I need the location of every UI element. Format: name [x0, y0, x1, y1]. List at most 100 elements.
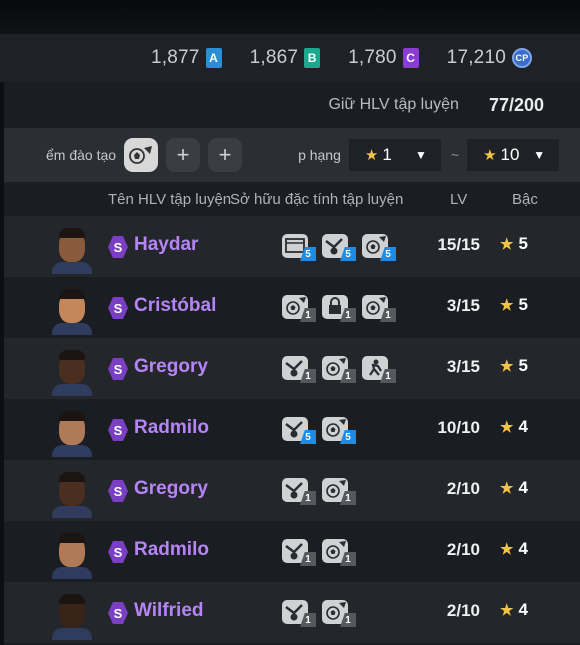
avatar — [52, 592, 92, 640]
coach-row[interactable]: S Radmilo 1 1 2/10 ★ 4 — [4, 521, 580, 582]
grade-value: 4 — [518, 417, 528, 436]
grade-value: 5 — [518, 356, 528, 375]
trait-item[interactable]: 5 — [320, 231, 356, 261]
avatar — [52, 409, 92, 457]
avatar — [52, 287, 92, 335]
rank-min-select[interactable]: ★ 1 ▼ — [348, 139, 441, 171]
coach-row[interactable]: S Haydar 5 5 5 15/15 ★ 5 — [4, 216, 580, 277]
training-point-badge-icon: C — [402, 48, 419, 68]
grade-badge-icon: S — [108, 480, 128, 502]
coach-row[interactable]: S Gregory 1 1 1 3/15 ★ 5 — [4, 338, 580, 399]
coach-row[interactable]: S Gregory 1 1 2/10 ★ 4 — [4, 460, 580, 521]
coach-row[interactable]: S Radmilo 5 5 10/10 ★ 4 — [4, 399, 580, 460]
coach-level: 15/15 — [437, 235, 480, 254]
top-strip — [0, 0, 580, 34]
currency-item: 1,867 B — [250, 47, 321, 69]
star-icon: ★ — [500, 297, 514, 314]
coach-row[interactable]: S Cristóbal 1 1 1 3/15 ★ 5 — [4, 277, 580, 338]
trait-item[interactable]: 5 — [280, 231, 316, 261]
cp-coin-icon: CP — [512, 48, 532, 68]
grade-badge-icon: S — [108, 419, 128, 441]
star-icon: ★ — [500, 480, 514, 497]
header-grade[interactable]: Bậc — [512, 191, 538, 208]
trait-item[interactable]: 1 — [320, 597, 356, 627]
trait-item[interactable]: 1 — [360, 353, 396, 383]
coach-name: Wilfried — [134, 600, 204, 621]
trait-item[interactable]: 1 — [360, 292, 396, 322]
currency-amount: 17,210 — [446, 47, 506, 68]
chevron-down-icon: ▼ — [415, 148, 427, 162]
trait-item[interactable]: 1 — [280, 353, 316, 383]
trait-item[interactable]: 1 — [280, 597, 316, 627]
grade-value: 5 — [518, 234, 528, 253]
trait-item[interactable]: 1 — [280, 475, 316, 505]
grade-badge-icon: S — [108, 358, 128, 380]
trait-item[interactable]: 1 — [320, 353, 356, 383]
currency-item: 17,210 CP — [447, 47, 532, 69]
star-icon: ★ — [500, 602, 514, 619]
avatar — [52, 531, 92, 579]
trait-item[interactable]: 1 — [280, 536, 316, 566]
trait-list: 11 — [280, 475, 356, 505]
star-icon: ★ — [364, 147, 379, 164]
hold-row: Giữ HLV tập luyện 77/200 — [4, 86, 580, 124]
grade-badge-icon: S — [108, 236, 128, 258]
coach-name: Radmilo — [134, 539, 209, 560]
trait-item[interactable]: 1 — [320, 292, 356, 322]
trait-item[interactable]: 5 — [280, 414, 316, 444]
currency-amount: 1,867 — [249, 47, 299, 68]
header-name[interactable]: Tên HLV tập luyện — [108, 191, 231, 208]
trait-item[interactable]: 5 — [360, 231, 396, 261]
range-separator: ~ — [450, 147, 460, 163]
training-point-badge-icon: A — [205, 48, 222, 68]
avatar — [52, 470, 92, 518]
trait-list: 111 — [280, 292, 396, 322]
trait-item[interactable]: 1 — [280, 292, 316, 322]
coach-grade: ★ 4 — [500, 539, 528, 559]
avatar — [52, 226, 92, 274]
rank-filter-label: p hạng — [298, 147, 341, 163]
rank-max-select[interactable]: ★ 10 ▼ — [467, 139, 560, 171]
coach-list: S Haydar 5 5 5 15/15 ★ 5 S Cristóbal 1 1 1 3/15 ★ 5 S Gre… — [4, 216, 580, 643]
trait-list: 11 — [280, 597, 356, 627]
coach-grade: ★ 4 — [500, 417, 528, 437]
star-icon: ★ — [483, 147, 497, 164]
star-icon: ★ — [500, 358, 514, 375]
plus-icon: + — [176, 142, 190, 167]
trait-filter-slot-2[interactable]: + — [166, 138, 201, 172]
grade-value: 4 — [518, 539, 528, 558]
header-traits[interactable]: Sở hữu đặc tính tập luyện — [230, 191, 403, 208]
trait-list: 555 — [280, 231, 396, 261]
coach-level: 2/10 — [446, 540, 480, 559]
coach-row[interactable]: S Wilfried 1 1 2/10 ★ 4 — [4, 582, 580, 643]
currency-amount: 1,780 — [348, 47, 397, 68]
coach-grade: ★ 5 — [500, 234, 528, 254]
grade-value: 4 — [518, 600, 528, 619]
trait-list: 11 — [280, 536, 356, 566]
trait-filter-slot-3[interactable]: + — [208, 138, 243, 172]
coach-name: Gregory — [134, 478, 208, 499]
coach-level: 3/15 — [446, 296, 480, 315]
coach-grade: ★ 5 — [500, 356, 528, 376]
training-point-filter-label: ểm đào tạo — [46, 147, 117, 163]
currency-bar: 1,877 A 1,867 B 1,780 C 17,210 CP — [0, 34, 580, 82]
trait-item[interactable]: 5 — [320, 414, 356, 444]
trait-item[interactable]: 1 — [320, 475, 356, 505]
header-lv[interactable]: LV — [450, 191, 467, 208]
coach-name: Cristóbal — [134, 295, 217, 316]
coach-name: Haydar — [134, 234, 199, 255]
avatar — [52, 348, 92, 396]
grade-value: 5 — [518, 295, 528, 314]
rank-max-value: 10 — [500, 145, 520, 164]
coach-name: Gregory — [134, 356, 208, 377]
trait-list: 55 — [280, 414, 356, 444]
ball-icon — [129, 146, 153, 164]
trait-filter-slot-1[interactable] — [124, 138, 159, 172]
star-icon: ★ — [500, 419, 514, 436]
hold-count: 77/200 — [488, 94, 544, 115]
coach-grade: ★ 5 — [500, 295, 528, 315]
training-point-badge-icon: B — [304, 48, 321, 68]
trait-item[interactable]: 1 — [320, 536, 356, 566]
grade-badge-icon: S — [108, 602, 128, 624]
currency-item: 1,877 A — [151, 47, 222, 69]
